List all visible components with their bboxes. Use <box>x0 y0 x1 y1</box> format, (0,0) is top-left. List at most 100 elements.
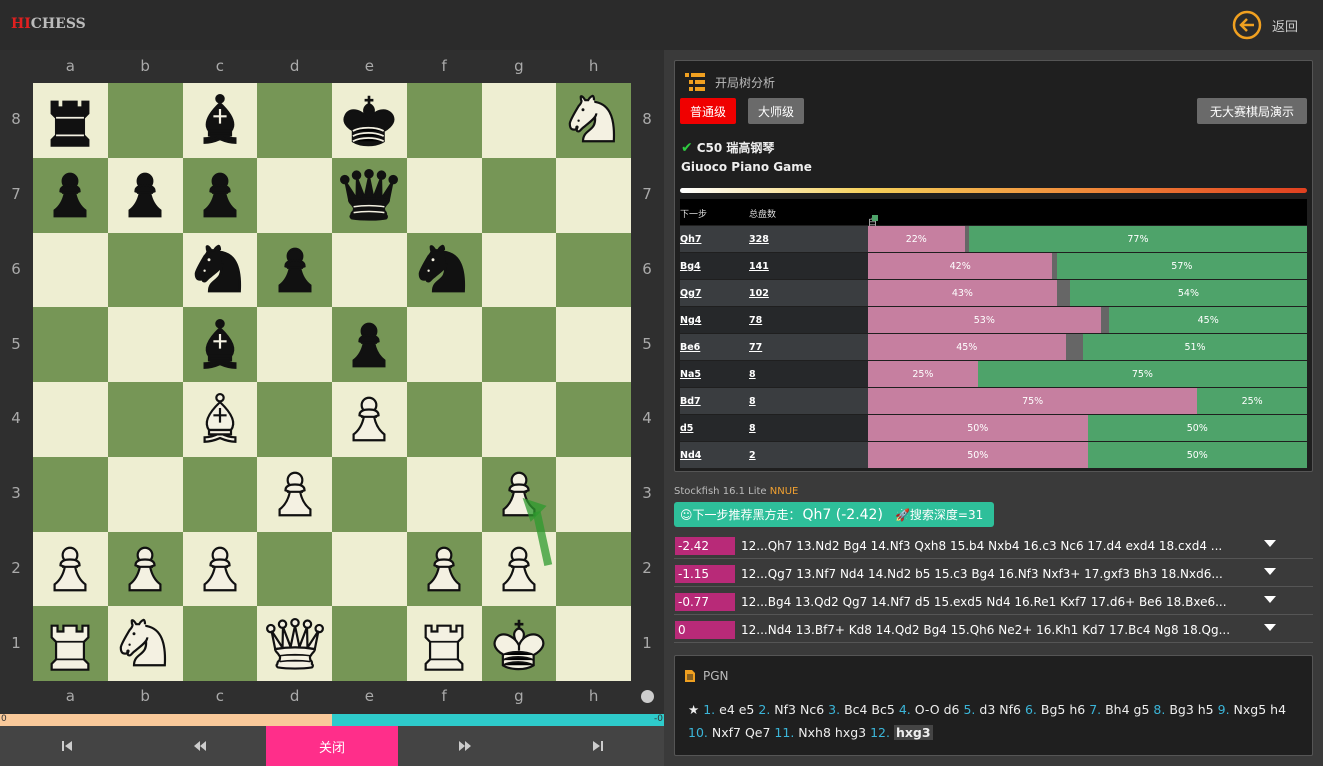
square-h1[interactable] <box>556 606 631 681</box>
normal-level-button[interactable]: 普通级 <box>680 98 737 124</box>
table-row[interactable]: d5 8 50% 50% <box>680 415 1307 441</box>
pgn-move[interactable]: Nf3 Nc6 <box>774 702 824 717</box>
black-king-e8[interactable] <box>332 83 407 158</box>
move-link[interactable]: Na5 <box>680 369 701 380</box>
move-link[interactable]: Be6 <box>680 342 700 353</box>
pgn-move[interactable]: O-O d6 <box>915 702 960 717</box>
pgn-move[interactable]: Bg3 h5 <box>1169 702 1213 717</box>
move-link[interactable]: Bg4 <box>680 261 701 272</box>
move-link[interactable]: Nd4 <box>680 450 701 461</box>
table-row[interactable]: Nd4 2 50% 50% <box>680 442 1307 468</box>
square-e6[interactable] <box>332 232 407 308</box>
square-a6[interactable] <box>33 232 108 308</box>
square-g7[interactable] <box>481 157 557 233</box>
engine-line[interactable]: 0 12...Nd4 13.Bf7+ Kd8 14.Qd2 Bg4 15.Qh6 … <box>674 617 1313 643</box>
square-c3[interactable] <box>182 456 258 532</box>
white-pawn-b2[interactable] <box>108 532 183 607</box>
square-c1[interactable] <box>182 606 258 681</box>
master-level-button[interactable]: 大师级 <box>748 98 805 124</box>
white-king-g1[interactable] <box>482 606 557 681</box>
square-f4[interactable] <box>406 382 482 457</box>
white-rook-f1[interactable] <box>407 606 482 681</box>
black-queen-e7[interactable] <box>332 158 407 233</box>
pgn-move[interactable]: Nxf7 Qe7 <box>712 725 771 740</box>
square-g4[interactable] <box>481 382 557 457</box>
pgn-move[interactable]: Nxg5 h4 <box>1234 702 1286 717</box>
square-d8[interactable] <box>257 83 332 158</box>
square-d5[interactable] <box>257 307 332 382</box>
expand-caret-icon[interactable] <box>1264 540 1276 547</box>
square-g6[interactable] <box>481 232 557 308</box>
pgn-move[interactable]: d3 Nf6 <box>979 702 1021 717</box>
black-knight-c6[interactable] <box>183 233 258 308</box>
square-e1[interactable] <box>332 606 407 681</box>
black-bishop-c8[interactable] <box>183 83 258 158</box>
black-pawn-a7[interactable] <box>33 158 108 233</box>
count-link[interactable]: 8 <box>749 369 756 380</box>
pgn-move[interactable]: Bg5 h6 <box>1041 702 1085 717</box>
white-pawn-g2[interactable] <box>482 532 557 607</box>
square-g8[interactable] <box>481 83 557 158</box>
last-move-button[interactable] <box>531 726 664 766</box>
square-a3[interactable] <box>33 456 108 532</box>
white-pawn-f2[interactable] <box>407 532 482 607</box>
engine-line[interactable]: -1.15 12...Qg7 13.Nf7 Nd4 14.Nd2 b5 15.c3… <box>674 561 1313 587</box>
square-b3[interactable] <box>107 456 183 532</box>
white-knight-h8[interactable] <box>556 83 631 158</box>
count-link[interactable]: 328 <box>749 234 769 245</box>
white-rook-a1[interactable] <box>33 606 108 681</box>
back-button[interactable]: 返回 <box>1232 10 1298 40</box>
close-button[interactable]: 关闭 <box>266 726 398 766</box>
table-row[interactable]: Qg7 102 43% 54% <box>680 280 1307 306</box>
engine-line[interactable]: -0.77 12...Bg4 13.Qd2 Qg7 14.Nf7 d5 15.ex… <box>674 589 1313 615</box>
count-link[interactable]: 141 <box>749 261 769 272</box>
no-tournament-games-button[interactable]: 无大赛棋局演示 <box>1197 98 1307 124</box>
square-d7[interactable] <box>257 157 332 233</box>
square-h5[interactable] <box>556 307 631 382</box>
square-e3[interactable] <box>332 456 407 532</box>
first-move-button[interactable] <box>0 726 133 766</box>
pgn-move[interactable]: hxg3 <box>893 725 933 740</box>
table-row[interactable]: Be6 77 45% 51% <box>680 334 1307 360</box>
white-pawn-g3[interactable] <box>482 457 557 532</box>
table-row[interactable]: Ng4 78 53% 45% <box>680 307 1307 333</box>
chessboard[interactable] <box>33 83 631 681</box>
square-h4[interactable] <box>556 382 631 457</box>
table-row[interactable]: Bg4 141 42% 57% <box>680 253 1307 279</box>
move-link[interactable]: Qh7 <box>680 234 701 245</box>
square-h6[interactable] <box>556 232 631 308</box>
next-move-button[interactable] <box>398 726 531 766</box>
pgn-move[interactable]: Nxh8 hxg3 <box>798 725 866 740</box>
square-a5[interactable] <box>33 307 108 382</box>
count-link[interactable]: 8 <box>749 396 756 407</box>
white-pawn-d3[interactable] <box>257 457 332 532</box>
move-link[interactable]: Ng4 <box>680 315 701 326</box>
square-h3[interactable] <box>556 456 631 532</box>
white-pawn-c2[interactable] <box>183 532 258 607</box>
count-link[interactable]: 8 <box>749 423 756 434</box>
square-f7[interactable] <box>406 157 482 233</box>
black-pawn-c7[interactable] <box>183 158 258 233</box>
pgn-move[interactable]: e4 e5 <box>719 702 754 717</box>
expand-caret-icon[interactable] <box>1264 568 1276 575</box>
square-b6[interactable] <box>107 232 183 308</box>
black-pawn-b7[interactable] <box>108 158 183 233</box>
count-link[interactable]: 78 <box>749 315 762 326</box>
table-row[interactable]: Qh7 328 22% 77% <box>680 226 1307 252</box>
move-link[interactable]: Bd7 <box>680 396 701 407</box>
square-e2[interactable] <box>332 531 407 607</box>
square-d4[interactable] <box>257 382 332 457</box>
move-link[interactable]: Qg7 <box>680 288 702 299</box>
square-b5[interactable] <box>107 307 183 382</box>
white-bishop-c4[interactable] <box>183 382 258 457</box>
square-f8[interactable] <box>406 83 482 158</box>
black-pawn-d6[interactable] <box>257 233 332 308</box>
black-pawn-e5[interactable] <box>332 307 407 382</box>
square-a4[interactable] <box>33 382 108 457</box>
white-knight-b1[interactable] <box>108 606 183 681</box>
count-link[interactable]: 77 <box>749 342 762 353</box>
count-link[interactable]: 2 <box>749 450 756 461</box>
square-f3[interactable] <box>406 456 482 532</box>
previous-move-button[interactable] <box>133 726 266 766</box>
white-queen-d1[interactable] <box>257 606 332 681</box>
